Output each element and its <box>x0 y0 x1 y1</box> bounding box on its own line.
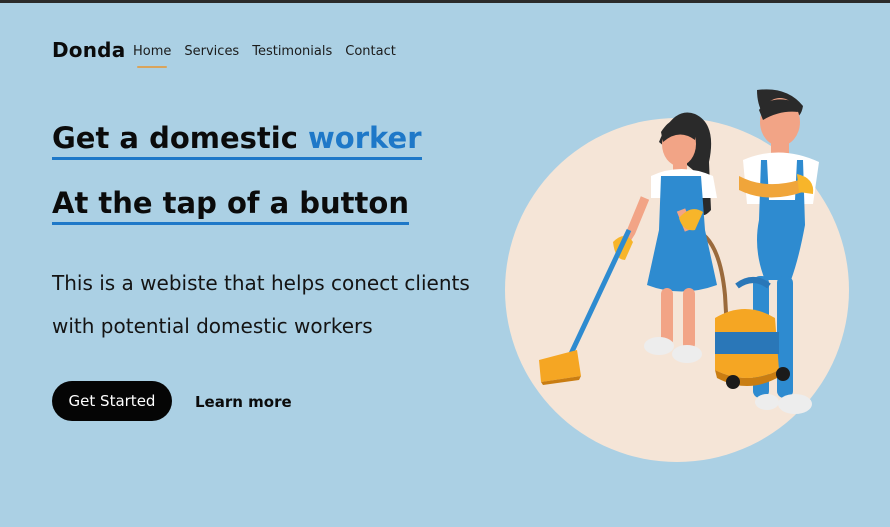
logo[interactable]: Donda <box>52 38 125 62</box>
nav-contact[interactable]: Contact <box>345 44 396 59</box>
headline-2-text: At the tap of a button <box>52 186 409 225</box>
nav-testimonials[interactable]: Testimonials <box>252 44 332 59</box>
hero-headline-2: At the tap of a button <box>52 186 409 225</box>
nav-services[interactable]: Services <box>184 44 239 59</box>
cleaning-workers-illustration <box>505 89 849 462</box>
window-top-bar <box>0 0 890 3</box>
description-line-2: with potential domestic workers <box>52 314 373 338</box>
hero-headline-1: Get a domestic worker <box>52 121 422 160</box>
get-started-button[interactable]: Get Started <box>52 381 172 421</box>
headline-1-accent: worker <box>308 121 422 155</box>
headline-1-prefix: Get a domestic <box>52 121 309 155</box>
learn-more-link[interactable]: Learn more <box>195 393 292 411</box>
description-line-1: This is a webiste that helps conect clie… <box>52 271 470 295</box>
hero-description: This is a webiste that helps conect clie… <box>52 262 492 348</box>
nav-home[interactable]: Home <box>133 44 171 68</box>
main-nav: Home Services Testimonials Contact <box>133 44 396 68</box>
